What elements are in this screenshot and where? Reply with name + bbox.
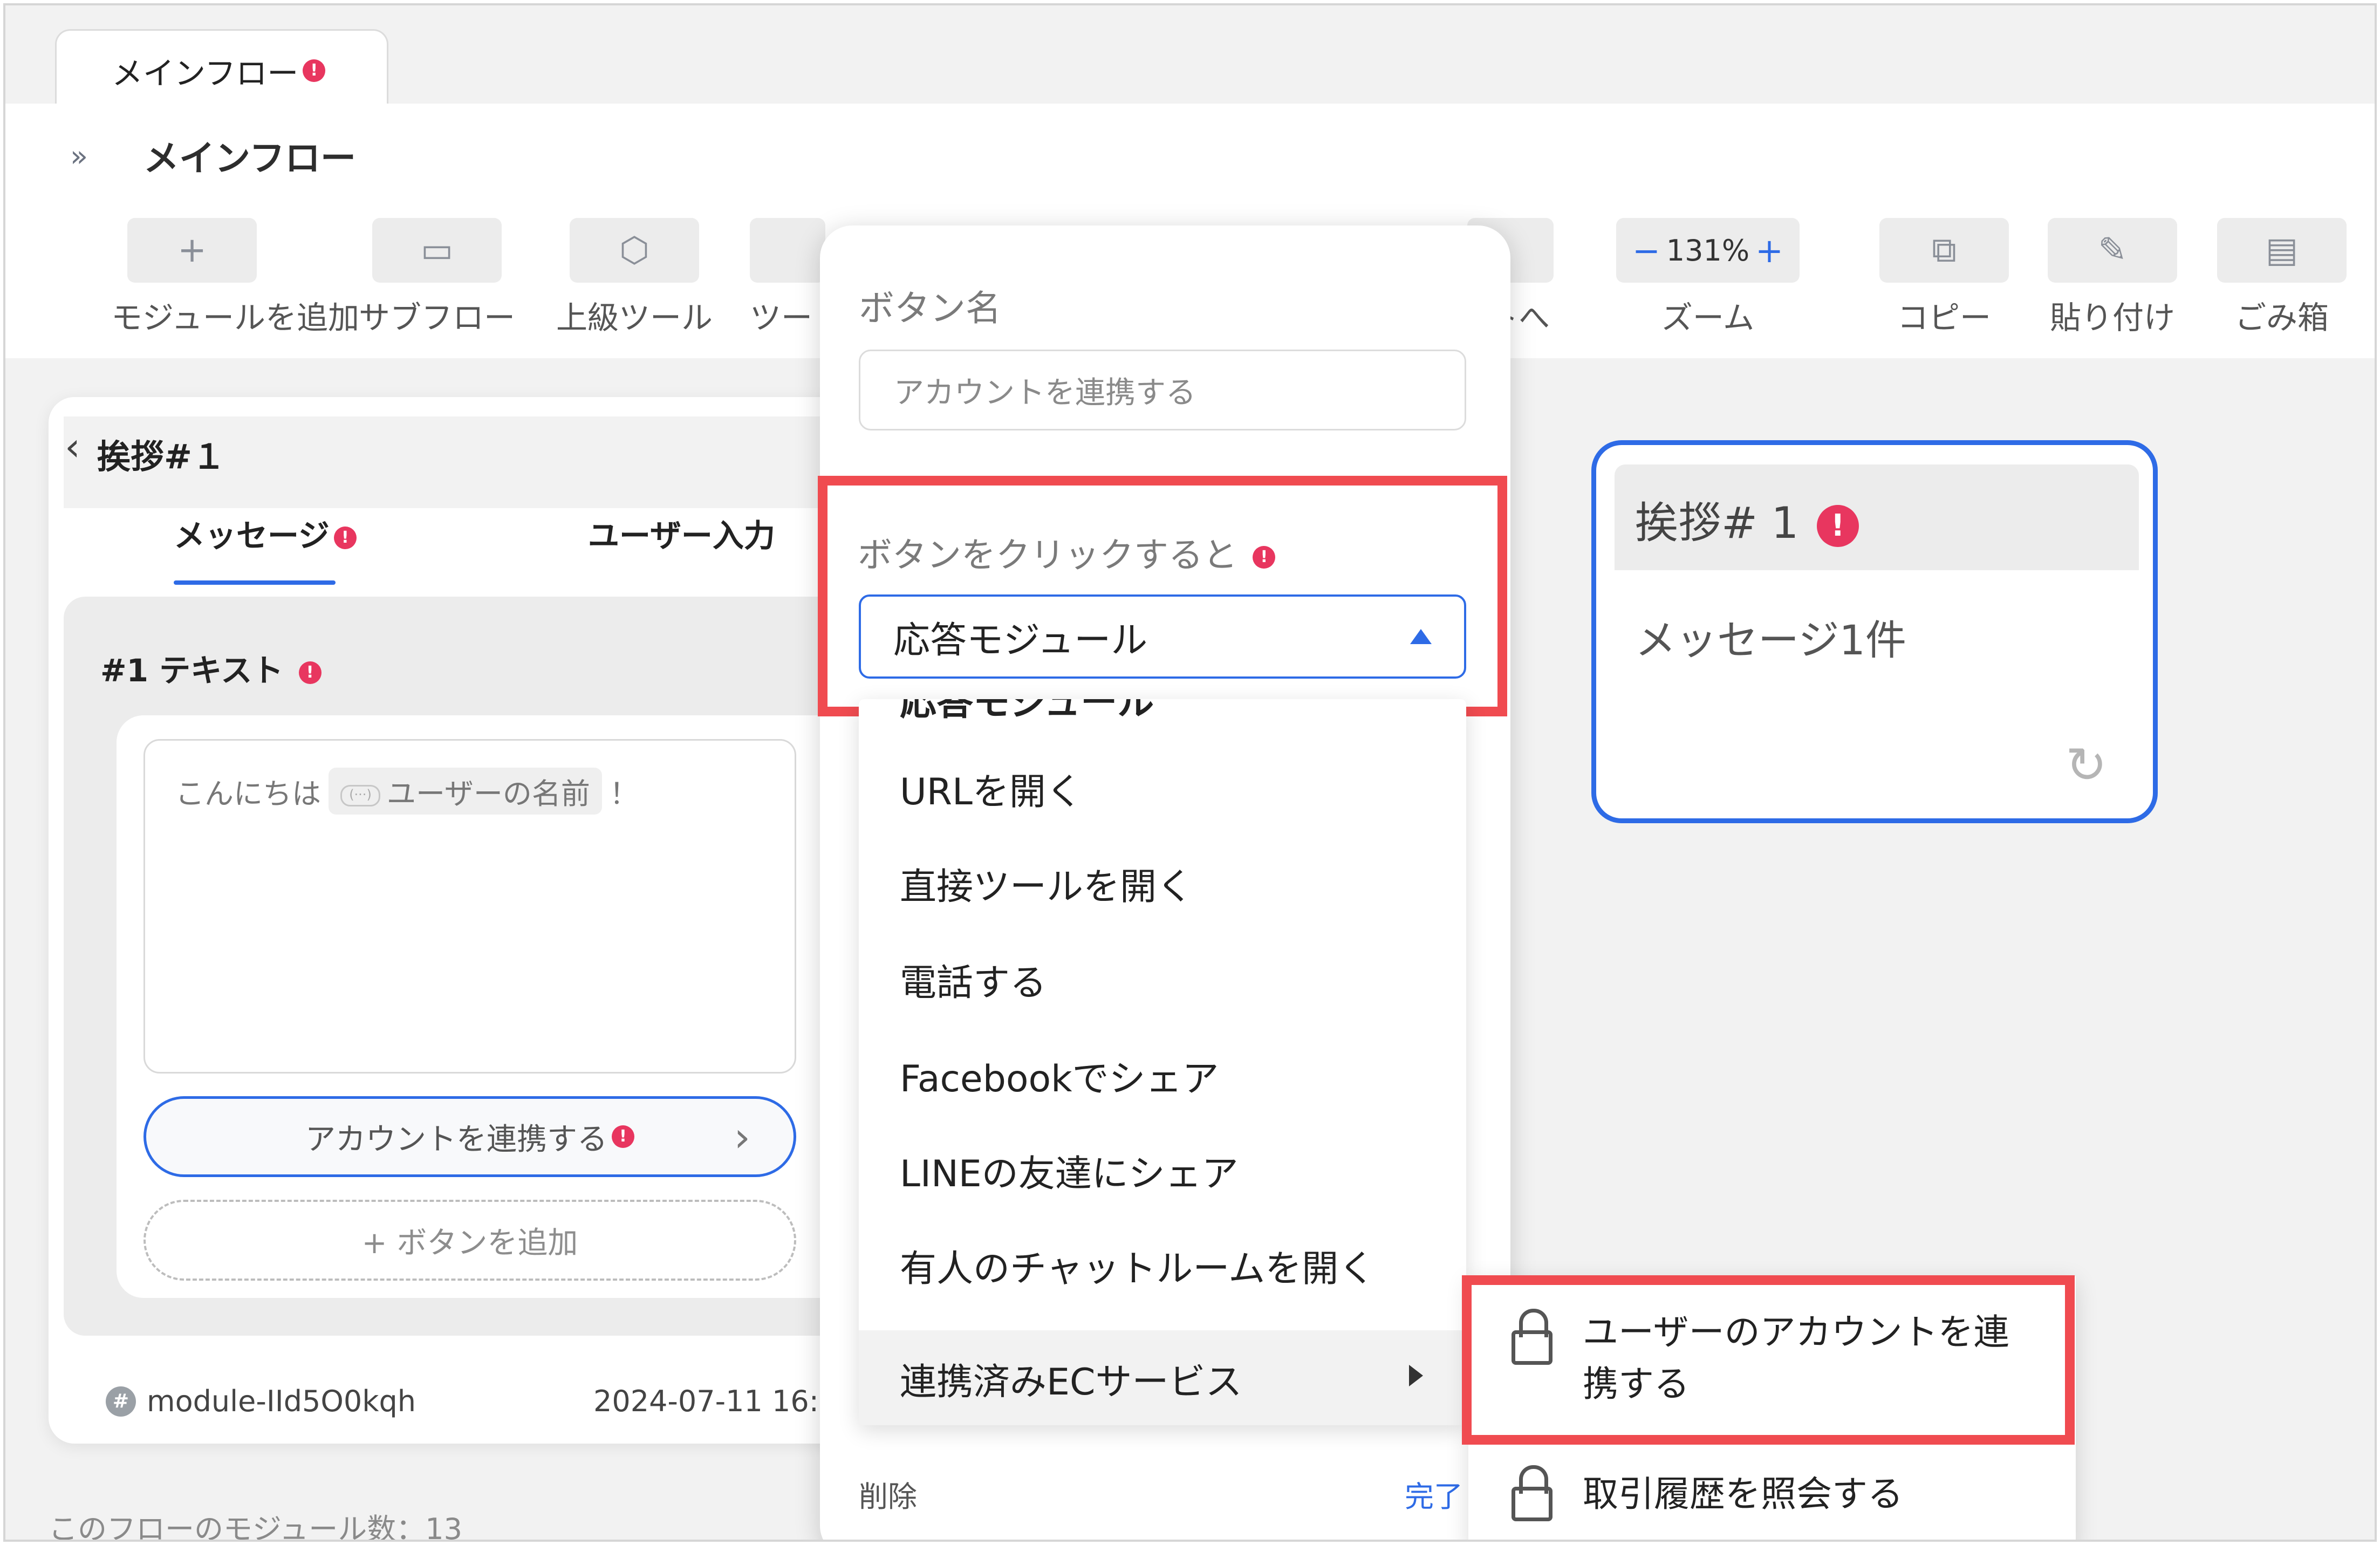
node-summary: メッセージ1件 — [1635, 616, 1906, 664]
option-open-tool[interactable]: 直接ツールを開く — [900, 857, 1193, 910]
flow-header — [5, 104, 2375, 196]
zoom-out-button[interactable]: − — [1632, 231, 1660, 270]
plus-icon: + — [127, 218, 257, 283]
subflow-label: サブフロー — [358, 299, 515, 336]
add-module-label: モジュールを追加 — [111, 299, 359, 336]
trash-button[interactable]: ▤ ごみ箱 — [2201, 218, 2363, 338]
option-open-url[interactable]: URLを開く — [900, 762, 1083, 815]
tools-label: ツー — [750, 299, 813, 336]
click-action-label: ボタンをクリックすると ! — [858, 528, 1276, 577]
alert-icon: ! — [303, 59, 326, 82]
done-button[interactable]: 完了 — [1405, 1473, 1463, 1515]
module-title: 挨拶#１ — [97, 437, 225, 476]
trash-label: ごみ箱 — [2234, 299, 2329, 336]
module-editor-panel: ‹ 挨拶#１ メッセージ! ユーザー入力 #1 テキスト ! こんにちは (···… — [49, 397, 868, 1444]
history-icon: ↻ — [2066, 736, 2108, 794]
alert-icon: ! — [1253, 546, 1276, 569]
tab-message-label: メッセージ — [174, 517, 330, 554]
action-dropdown-menu: 応答モジュール URLを開く 直接ツールを開く 電話する Facebookでシェ… — [859, 699, 1466, 1425]
node-title-label: 挨拶# 1 — [1635, 498, 1799, 548]
submenu-transaction-history-label: 取引履歴を照会する — [1583, 1473, 1903, 1515]
option-line-share[interactable]: LINEの友達にシェア — [900, 1144, 1239, 1197]
cube-icon: ⬡ — [570, 218, 699, 283]
advanced-tools-button[interactable]: ⬡ 上級ツール — [553, 218, 715, 338]
add-module-button[interactable]: + モジュールを追加 — [111, 218, 359, 338]
link-account-button[interactable]: アカウントを連携する ! › — [143, 1096, 796, 1177]
option-ec-service-label: 連携済みECサービス — [900, 1361, 1242, 1404]
add-button-button[interactable]: + ボタンを追加 — [143, 1200, 796, 1281]
archive-icon: ▤ — [2217, 218, 2347, 283]
back-chevron-icon[interactable]: ‹ — [65, 424, 80, 469]
option-call[interactable]: 電話する — [900, 953, 1047, 1006]
submenu-transaction-history[interactable]: 取引履歴を照会する — [1512, 1465, 1903, 1521]
hash-icon: # — [106, 1386, 136, 1417]
button-name-input[interactable]: アカウントを連携する — [859, 350, 1466, 430]
paste-label: 貼り付け — [2049, 299, 2175, 336]
page-title: メインフロー — [143, 138, 357, 179]
alert-icon: ! — [298, 661, 322, 684]
delete-button[interactable]: 削除 — [859, 1473, 917, 1515]
copy-button[interactable]: ⧉ コピー — [1863, 218, 2025, 338]
expand-sidebar-icon[interactable]: » — [70, 139, 88, 173]
flow-node[interactable]: 挨拶# 1 ! メッセージ1件 ↻ — [1591, 440, 2158, 823]
option-ec-service[interactable]: 連携済みECサービス — [859, 1330, 1466, 1425]
active-tab-indicator — [174, 580, 336, 585]
copy-icon: ⧉ — [1879, 218, 2009, 283]
variable-icon: (···) — [340, 785, 380, 807]
alert-icon: ! — [1816, 505, 1859, 548]
submenu-highlight — [1462, 1275, 2075, 1445]
link-account-label: アカウントを連携する — [305, 1122, 607, 1157]
alert-icon: ! — [612, 1125, 634, 1148]
alert-icon: ! — [333, 526, 357, 549]
zoom-label: ズーム — [1661, 299, 1755, 336]
app-window: メインフロー ! » メインフロー + モジュールを追加 ▭ サブフロー ⬡ 上… — [3, 3, 2377, 1542]
option-response-module[interactable]: 応答モジュール — [900, 699, 1154, 726]
module-id: # module-IId5O0kqh — [106, 1384, 416, 1418]
tools-icon — [750, 218, 825, 283]
option-live-chat[interactable]: 有人のチャットルームを開く — [900, 1239, 1375, 1292]
paste-button[interactable]: ✎ 貼り付け — [2032, 218, 2193, 338]
submenu-arrow-icon — [1409, 1365, 1423, 1386]
zoom-control: − 131% + ズーム — [1616, 218, 1800, 338]
subflow-button[interactable]: ▭ サブフロー — [356, 218, 518, 338]
tab-message[interactable]: メッセージ! — [174, 510, 357, 556]
module-id-label: module-IId5O0kqh — [147, 1384, 416, 1418]
option-facebook-share[interactable]: Facebookでシェア — [900, 1049, 1219, 1102]
text-block-title: #1 テキスト ! — [100, 645, 322, 691]
zoom-value: 131% — [1666, 233, 1750, 268]
tab-main-flow[interactable]: メインフロー ! — [55, 29, 388, 110]
button-name-label: ボタン名 — [859, 288, 1001, 329]
module-count: このフローのモジュール数：13 — [49, 1512, 462, 1542]
action-select[interactable]: 応答モジュール — [859, 594, 1466, 679]
zoom-in-button[interactable]: + — [1755, 231, 1783, 270]
tools-button[interactable]: ツー — [750, 218, 831, 338]
click-action-label-text: ボタンをクリックすると — [858, 536, 1237, 576]
text-block-title-label: #1 テキスト — [100, 652, 284, 689]
brush-icon: ✎ — [2048, 218, 2177, 283]
message-textarea[interactable]: こんにちは (···) ユーザーの名前 ！ — [143, 739, 796, 1074]
action-select-value: 応答モジュール — [893, 619, 1148, 662]
advanced-tools-label: 上級ツール — [556, 299, 713, 336]
message-text-suffix: ！ — [609, 777, 639, 811]
lock-icon — [1512, 1465, 1553, 1521]
variable-label: ユーザーの名前 — [387, 777, 590, 811]
tab-user-input[interactable]: ユーザー入力 — [588, 510, 775, 556]
folder-icon: ▭ — [372, 218, 502, 283]
caret-up-icon — [1410, 629, 1432, 644]
tab-label: メインフロー — [112, 54, 299, 92]
node-title: 挨拶# 1 ! — [1635, 488, 1859, 551]
module-date: 2024-07-11 16:4 — [593, 1384, 838, 1418]
variable-chip[interactable]: (···) ユーザーの名前 — [329, 768, 602, 815]
message-text-prefix: こんにちは — [175, 777, 321, 811]
copy-label: コピー — [1897, 299, 1991, 336]
chevron-right-icon: › — [734, 1112, 750, 1161]
